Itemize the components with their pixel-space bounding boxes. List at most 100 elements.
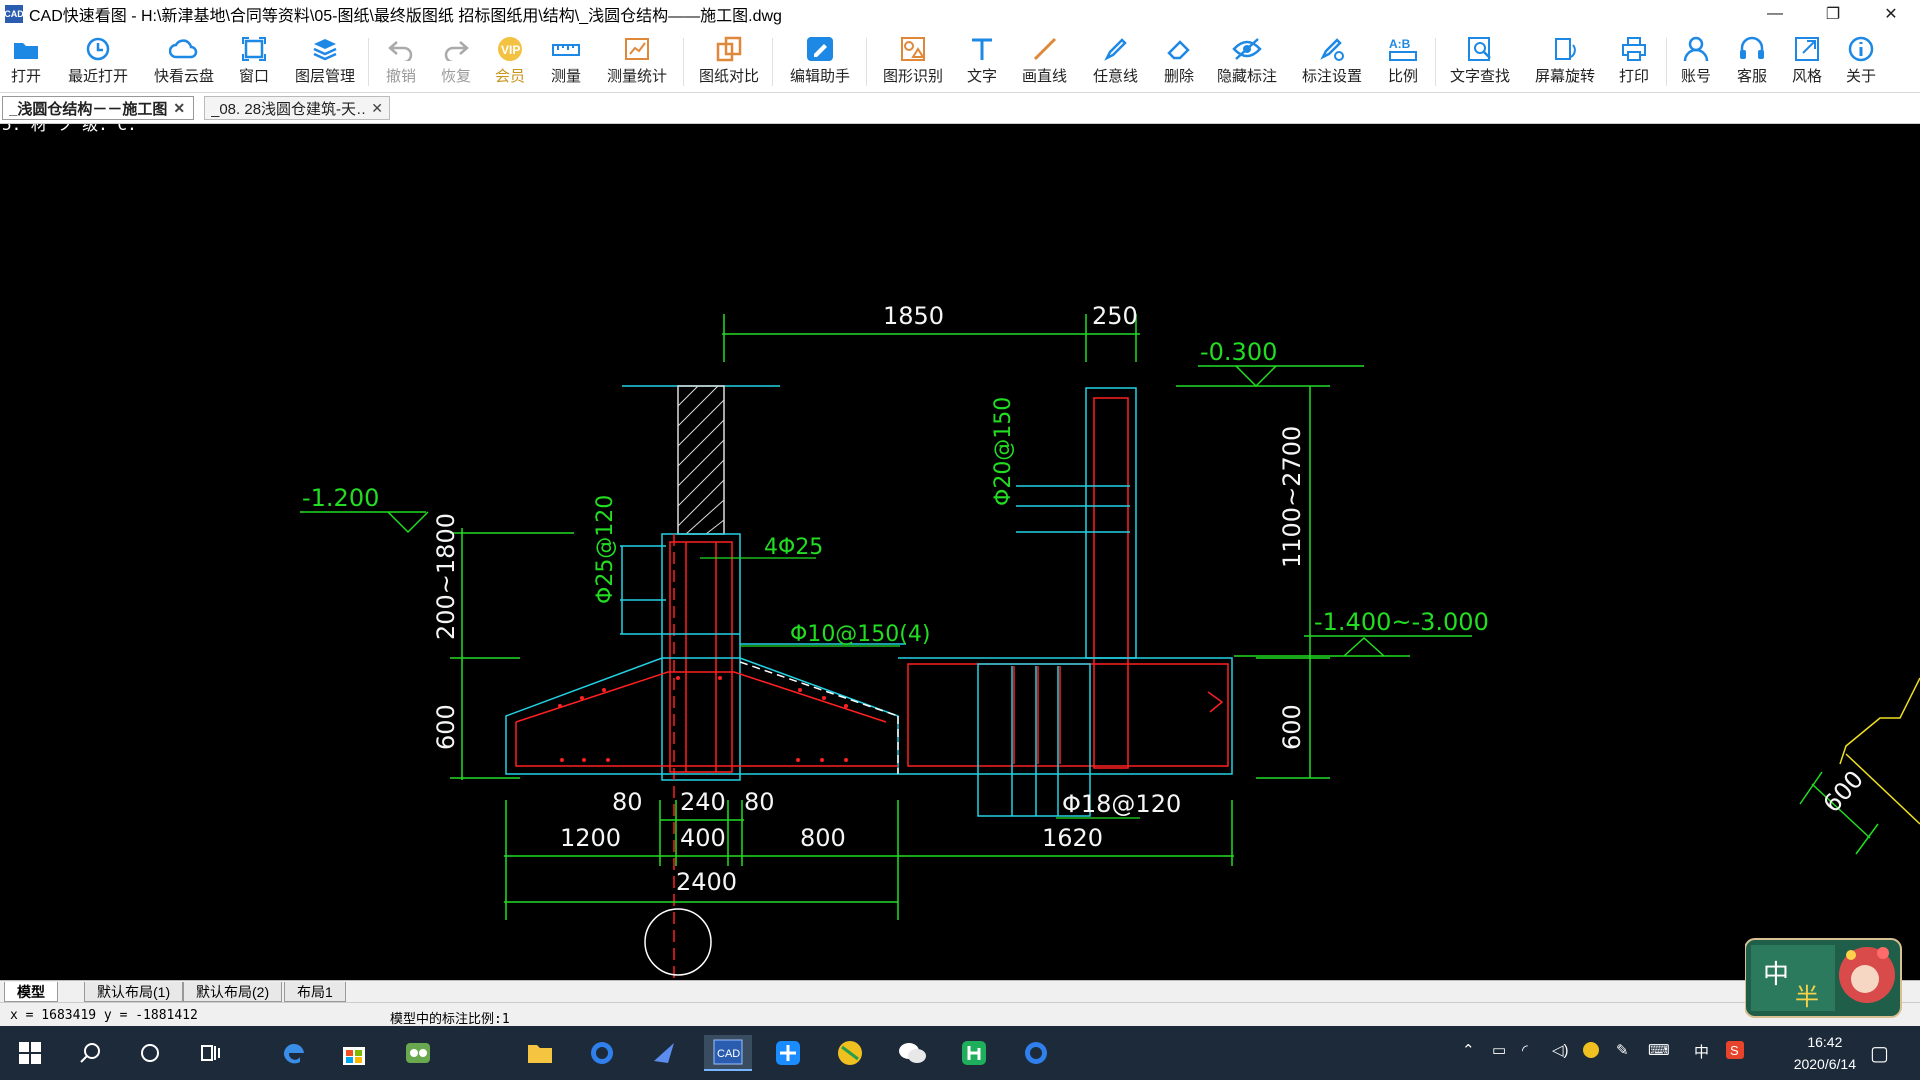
- document-tab-active[interactable]: _浅圆仓结构－－施工图 ✕: [2, 96, 194, 120]
- toolbar-cloud-button[interactable]: 快看云盘: [154, 34, 214, 90]
- start-windows-icon[interactable]: [12, 1035, 48, 1071]
- browser-q-icon[interactable]: [584, 1035, 620, 1071]
- layout-tab[interactable]: 布局1: [284, 982, 346, 1002]
- toolbar-text-search-button[interactable]: 文字查找: [1450, 34, 1510, 90]
- tray-keyboard-icon[interactable]: ⌨: [1648, 1041, 1670, 1059]
- toolbar-account-button[interactable]: 账号: [1680, 34, 1712, 90]
- toolbar-vip-button[interactable]: VIP 会员: [494, 34, 526, 90]
- toolbar-about-button[interactable]: 关于: [1845, 34, 1877, 90]
- bird-app-icon[interactable]: [646, 1035, 682, 1071]
- toolbar-label: 会员: [494, 68, 525, 85]
- close-button[interactable]: ✕: [1862, 0, 1920, 28]
- game-app-icon[interactable]: [400, 1035, 436, 1071]
- toolbar-layers-button[interactable]: 图层管理: [295, 34, 355, 90]
- edit-assistant-icon: [804, 34, 836, 64]
- toolbar-label: 撤销: [385, 68, 416, 85]
- ball-app-icon[interactable]: [832, 1035, 868, 1071]
- file-explorer-icon[interactable]: [522, 1035, 558, 1071]
- tray-battery-icon[interactable]: ▭: [1492, 1041, 1506, 1059]
- dim-1620: 1620: [1042, 824, 1103, 852]
- toolbar-delete-button[interactable]: 删除: [1163, 34, 1195, 90]
- toolbar-line-button[interactable]: 画直线: [1022, 34, 1067, 90]
- hide-annotation-icon: [1231, 34, 1263, 64]
- toolbar-undo-button[interactable]: 撤销: [385, 34, 417, 90]
- tray-chevron-icon[interactable]: ⌃: [1462, 1041, 1475, 1059]
- toolbar-label: 恢复: [440, 68, 471, 85]
- right-foundation: [898, 387, 1233, 817]
- dim-skew-600: 600: [1818, 765, 1869, 818]
- left-hatched-column: [622, 385, 780, 535]
- measure-stats-icon: [621, 34, 653, 64]
- toolbar-redo-button[interactable]: 恢复: [440, 34, 472, 90]
- store-icon[interactable]: [336, 1035, 372, 1071]
- tab-close-icon[interactable]: ✕: [173, 100, 185, 117]
- toolbar-annotation-settings-button[interactable]: 标注设置: [1302, 34, 1362, 90]
- toolbar-separator: [1435, 38, 1436, 86]
- toolbar-scale-button[interactable]: A:B 比例: [1387, 34, 1419, 90]
- toolbar-label: 图纸对比: [699, 68, 760, 85]
- search-icon[interactable]: [72, 1035, 108, 1071]
- tray-pen-icon[interactable]: ✎: [1616, 1041, 1629, 1059]
- toolbar-separator: [368, 38, 369, 86]
- toolbar-measure-button[interactable]: 测量: [550, 34, 582, 90]
- tray-app-icon[interactable]: [1582, 1041, 1600, 1063]
- toolbar-shape-recognition-button[interactable]: 图形识别: [883, 34, 943, 90]
- toolbar-label: 打印: [1618, 68, 1649, 85]
- cad-viewer-taskbar-icon[interactable]: CAD: [704, 1035, 752, 1071]
- windows-taskbar: CAD ⌃ ▭ ◜ ◁) ✎ ⌨ 中 S 16:42 2020/6/14 ▢: [0, 1026, 1920, 1080]
- toolbar-label: 编辑助手: [790, 68, 851, 85]
- layout-tab-bar: 模型 默认布局(1) 默认布局(2) 布局1: [0, 980, 1920, 1003]
- scale-icon: A:B: [1387, 34, 1419, 64]
- layout-tab[interactable]: 默认布局(1): [84, 982, 184, 1002]
- toolbar-style-button[interactable]: 风格: [1791, 34, 1823, 90]
- tab-close-icon[interactable]: ✕: [371, 100, 383, 117]
- rotate-screen-icon: [1549, 34, 1581, 64]
- layout-tab[interactable]: 默认布局(2): [183, 982, 283, 1002]
- document-tab[interactable]: _08. 28浅圆仓建筑-天… ✕: [204, 96, 390, 120]
- toolbar-measure-stats-button[interactable]: 测量统计: [607, 34, 667, 90]
- svg-text:A:B: A:B: [1389, 37, 1411, 51]
- toolbar-text-button[interactable]: 文字: [966, 34, 998, 90]
- toolbar-recent-button[interactable]: 最近打开: [68, 34, 128, 90]
- green-app-icon[interactable]: [956, 1035, 992, 1071]
- task-view-icon[interactable]: [192, 1035, 228, 1071]
- toolbar-open-button[interactable]: 打开: [10, 34, 42, 90]
- tray-volume-icon[interactable]: ◁): [1552, 1041, 1569, 1059]
- tray-sogou-icon[interactable]: S: [1726, 1041, 1744, 1063]
- toolbar-rotate-screen-button[interactable]: 屏幕旋转: [1535, 34, 1595, 90]
- notification-center-icon[interactable]: ▢: [1870, 1041, 1889, 1066]
- toolbar-label: 客服: [1736, 68, 1767, 85]
- rebar-4phi25: 4Φ25: [764, 535, 823, 560]
- restore-button[interactable]: ❐: [1804, 0, 1862, 28]
- toolbar-label: 屏幕旋转: [1535, 68, 1596, 85]
- drawing-canvas[interactable]: 5. 材 ツ 级: C. 1850 250 -0.300 -1.200 -1.4…: [0, 124, 1920, 980]
- wechat-icon[interactable]: [894, 1035, 930, 1071]
- toolbar-support-button[interactable]: 客服: [1736, 34, 1768, 90]
- clock[interactable]: 16:42 2020/6/14: [1794, 1031, 1856, 1075]
- eraser-icon: [1163, 34, 1195, 64]
- floating-ime-widget[interactable]: 中 半: [1744, 933, 1905, 1019]
- toolbar-freehand-button[interactable]: 任意线: [1093, 34, 1138, 90]
- toolbar-label: 关于: [1845, 68, 1876, 85]
- toolbar-label: 窗口: [238, 68, 269, 85]
- tray-ime-indicator[interactable]: 中: [1694, 1041, 1709, 1062]
- toolbar-edit-assistant-button[interactable]: 编辑助手: [790, 34, 850, 90]
- status-bar: x = 1683419 y = -1881412 模型中的标注比例:1: [0, 1002, 1920, 1027]
- minimize-button[interactable]: —: [1746, 0, 1804, 28]
- toolbar-print-button[interactable]: 打印: [1618, 34, 1650, 90]
- layout-tab-model[interactable]: 模型: [4, 982, 58, 1002]
- pinwheel-app-icon[interactable]: [770, 1035, 806, 1071]
- toolbar-hide-annotation-button[interactable]: 隐藏标注: [1217, 34, 1277, 90]
- cortana-icon[interactable]: [132, 1035, 168, 1071]
- tray-wifi-icon[interactable]: ◜: [1522, 1041, 1528, 1059]
- browser-q2-icon[interactable]: [1018, 1035, 1054, 1071]
- main-toolbar: 打开 最近打开 快看云盘 窗口 图层管理 撤销 恢复 VIP 会员 测量 测量统…: [0, 28, 1920, 93]
- rebar-phi20-150: Φ20@150: [991, 397, 1016, 506]
- dim-400: 400: [680, 824, 726, 852]
- toolbar-label: 任意线: [1093, 68, 1139, 85]
- toolbar-compare-button[interactable]: 图纸对比: [699, 34, 759, 90]
- toolbar-window-button[interactable]: 窗口: [238, 34, 270, 90]
- line-icon: [1029, 34, 1061, 64]
- toolbar-label: 图形识别: [883, 68, 944, 85]
- edge-browser-icon[interactable]: [276, 1035, 312, 1071]
